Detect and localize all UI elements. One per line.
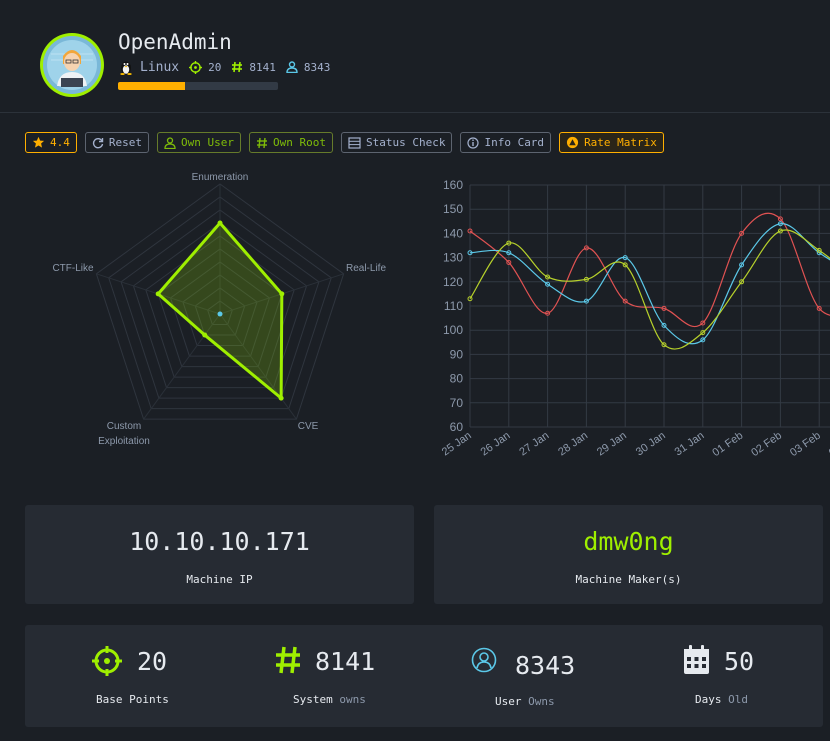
machine-ip-card: 10.10.10.171 Machine IP [25,505,414,604]
own-root-button[interactable]: Own Root [248,132,333,153]
x-tick-label: 31 Jan [673,430,707,459]
y-tick-label: 120 [443,275,463,289]
y-tick-label: 60 [450,420,464,434]
target-icon [189,60,203,74]
radar-axis-label: Real-Life [346,263,386,274]
info-card-button[interactable]: Info Card [460,132,552,153]
x-tick-label: 27 Jan [517,430,551,459]
avatar-icon [43,36,101,94]
days-old-label: Days Old [695,693,748,706]
radar-point [278,395,284,401]
y-tick-label: 140 [443,226,463,240]
machine-ip: 10.10.10.171 [129,527,310,556]
system-owns-value: 8141 [315,647,376,676]
info-card-label: Info Card [484,136,545,149]
user-owns-value: 8343 [515,651,576,680]
radar-point [217,220,223,226]
rating-line-chart: 1601501401301201101009080706025 Jan 26 Ja… [440,178,830,459]
y-tick-label: 70 [450,396,464,410]
action-buttons: 4.4 Reset Own User Own Root Status Check… [25,132,664,153]
machine-maker[interactable]: dmw0ng [434,527,823,556]
reset-label: Reset [108,136,142,149]
machine-header: OpenAdmin Linux 20 8141 8343 [0,0,830,113]
base-points-label: Base Points [96,693,169,706]
radar-center-point [217,311,223,317]
target-icon [92,646,122,676]
machine-progress-fill [118,82,186,90]
rate-matrix-label: Rate Matrix [584,136,657,149]
hash-icon [256,137,267,148]
radar-point [279,291,285,297]
system-owns-label: System owns [293,693,366,706]
y-tick-label: 150 [443,202,463,216]
user-icon [286,61,298,73]
y-tick-label: 110 [444,299,463,313]
user-owns-suffix: Owns [528,695,555,708]
hash-icon [276,646,300,674]
refresh-icon [92,137,104,148]
x-tick-label: 03 Feb [788,430,823,459]
line-series-2 [469,229,830,350]
y-tick-label: 80 [450,372,464,386]
system-owns-suffix: owns [339,693,366,706]
radar-point [155,291,161,297]
radar-axis-label: CTF-Like [52,263,94,274]
rating-radar-chart: Enumeration Real-Life CVE Custom Exploitatio… [52,172,386,447]
rating-value: 4.4 [50,136,70,149]
hash-icon [232,61,243,73]
machine-maker-card: dmw0ng Machine Maker(s) [434,505,823,604]
days-old-label-text: Days [695,693,722,706]
base-points-value: 20 [137,647,168,676]
star-icon [32,136,45,148]
user-icon [164,136,176,149]
server-icon [348,136,361,149]
linux-icon [120,61,132,75]
radar-point [202,332,208,338]
x-tick-label: 02 Feb [749,430,784,459]
warning-icon [566,136,579,149]
status-check-label: Status Check [365,136,446,149]
x-tick-label: 29 Jan [595,430,629,459]
machine-system-owns: 8141 [249,60,276,74]
machine-points: 20 [208,60,222,74]
status-check-button[interactable]: Status Check [340,132,453,153]
y-tick-label: 100 [443,323,463,337]
machine-name: OpenAdmin [118,30,232,54]
x-tick-label: 01 Feb [710,430,745,459]
radar-series-area [156,221,284,400]
y-tick-label: 160 [443,178,463,192]
x-tick-label: 30 Jan [634,430,668,459]
days-old-value: 50 [724,647,755,676]
user-owns-label-text: User [495,695,522,708]
own-root-label: Own Root [272,136,326,149]
y-tick-label: 130 [443,251,463,265]
machine-progress-bar [118,82,278,90]
user-circle-icon [471,647,497,673]
rating-button[interactable]: 4.4 [25,132,77,153]
user-owns-label: User Owns [495,695,555,708]
y-tick-label: 90 [450,347,464,361]
line-series-0 [469,212,830,328]
rate-matrix-button[interactable]: Rate Matrix [559,132,664,153]
x-tick-label: 28 Jan [556,430,590,459]
radar-axis-label: Enumeration [192,172,249,183]
line-series-1 [469,223,830,345]
reset-button[interactable]: Reset [84,132,149,153]
own-user-button[interactable]: Own User [157,132,241,153]
calendar-icon [684,645,709,674]
radar-axis-label: Custom Exploitation [98,421,150,447]
machine-stats-card: 20 Base Points 8141 System owns 8343 Use… [25,625,823,727]
machine-ip-label: Machine IP [186,573,253,586]
info-icon [467,136,480,149]
radar-axis-label: CVE [298,421,319,432]
machine-meta: Linux 20 8141 8343 [118,59,334,75]
days-old-suffix: Old [728,693,748,706]
own-user-label: Own User [181,136,234,149]
system-owns-label-text: System [293,693,333,706]
machine-avatar [40,33,104,97]
machine-maker-label: Machine Maker(s) [575,573,682,586]
machine-user-owns: 8343 [303,60,331,74]
x-tick-label: 26 Jan [479,430,513,459]
machine-os: Linux [140,59,180,75]
